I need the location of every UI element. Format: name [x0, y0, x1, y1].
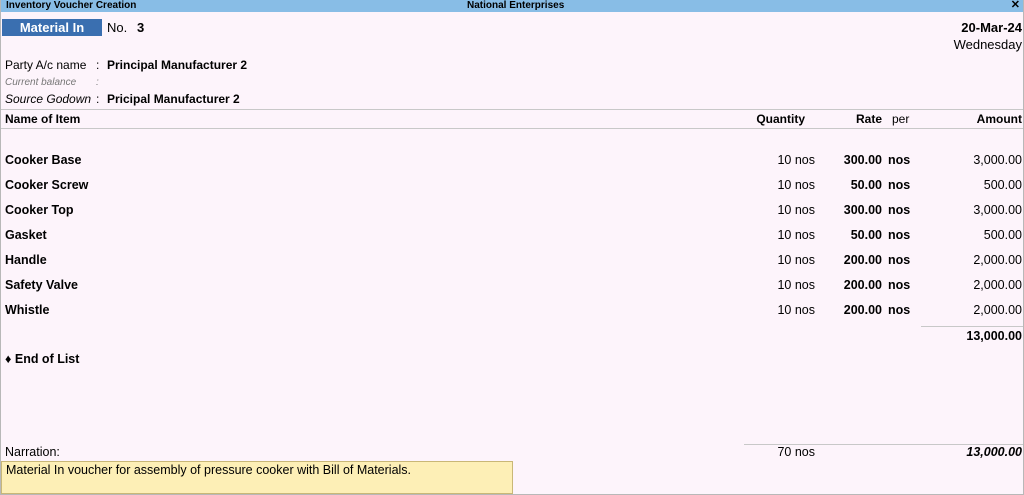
item-per: nos	[888, 303, 911, 317]
item-quantity: 10 nos	[777, 153, 815, 167]
item-amount: 500.00	[983, 228, 1022, 242]
item-per: nos	[888, 203, 911, 217]
source-godown-value[interactable]: Pricipal Manufacturer 2	[107, 92, 240, 106]
col-quantity: Quantity	[756, 112, 805, 126]
item-amount: 2,000.00	[973, 303, 1022, 317]
item-name: Handle	[5, 253, 47, 267]
col-rate: Rate	[855, 112, 882, 126]
voucher-no-value[interactable]: 3	[137, 20, 144, 35]
item-amount: 3,000.00	[973, 203, 1022, 217]
item-name: Whistle	[5, 303, 50, 317]
item-name: Safety Valve	[5, 278, 78, 292]
table-row[interactable]: Cooker Screw 10 nos 50.00 nos 500.00	[0, 178, 1024, 196]
item-rate: 50.00	[850, 228, 882, 242]
table-row[interactable]: Safety Valve 10 nos 200.00 nos 2,000.00	[0, 278, 1024, 296]
item-name: Gasket	[5, 228, 47, 242]
subtotal-amount: 13,000.00	[966, 329, 1022, 343]
table-row[interactable]: Whistle 10 nos 200.00 nos 2,000.00	[0, 303, 1024, 321]
header-divider-top	[0, 109, 1024, 110]
narration-field[interactable]: Material In voucher for assembly of pres…	[1, 461, 513, 494]
current-balance-colon: :	[96, 77, 99, 88]
item-quantity: 10 nos	[777, 253, 815, 267]
item-rate: 200.00	[843, 253, 882, 267]
table-row[interactable]: Cooker Base 10 nos 300.00 nos 3,000.00	[0, 153, 1024, 171]
col-per: per	[892, 112, 910, 126]
source-godown-colon: :	[96, 92, 100, 106]
item-amount: 2,000.00	[973, 278, 1022, 292]
total-amount: 13,000.00	[966, 445, 1022, 459]
item-rate: 300.00	[843, 153, 882, 167]
item-per: nos	[888, 278, 911, 292]
header-divider-bottom	[0, 128, 1024, 129]
col-name-of-item: Name of Item	[5, 112, 81, 126]
item-rate: 200.00	[843, 278, 882, 292]
item-quantity: 10 nos	[777, 178, 815, 192]
item-per: nos	[888, 253, 911, 267]
voucher-day: Wednesday	[953, 37, 1022, 52]
party-value[interactable]: Principal Manufacturer 2	[107, 58, 247, 72]
table-row[interactable]: Gasket 10 nos 50.00 nos 500.00	[0, 228, 1024, 246]
item-quantity: 10 nos	[777, 203, 815, 217]
table-row[interactable]: Handle 10 nos 200.00 nos 2,000.00	[0, 253, 1024, 271]
table-row[interactable]: Cooker Top 10 nos 300.00 nos 3,000.00	[0, 203, 1024, 221]
item-quantity: 10 nos	[777, 228, 815, 242]
item-quantity: 10 nos	[777, 303, 815, 317]
item-rate: 300.00	[843, 203, 882, 217]
voucher-type-badge[interactable]: Material In	[2, 19, 102, 36]
party-colon: :	[96, 58, 100, 72]
window-title: Inventory Voucher Creation	[6, 0, 137, 11]
item-rate: 200.00	[843, 303, 882, 317]
subtotal-divider	[921, 326, 1024, 327]
item-per: nos	[888, 228, 911, 242]
item-quantity: 10 nos	[777, 278, 815, 292]
item-amount: 2,000.00	[973, 253, 1022, 267]
item-amount: 3,000.00	[973, 153, 1022, 167]
total-quantity: 70 nos	[777, 445, 815, 459]
company-name: National Enterprises	[467, 0, 565, 11]
item-name: Cooker Screw	[5, 178, 89, 192]
voucher-date[interactable]: 20-Mar-24	[961, 20, 1022, 35]
close-icon[interactable]: ✕	[1011, 0, 1020, 11]
item-name: Cooker Top	[5, 203, 74, 217]
item-per: nos	[888, 153, 911, 167]
end-of-list[interactable]: ♦ End of List	[5, 352, 79, 366]
title-bar: Inventory Voucher Creation National Ente…	[0, 0, 1024, 12]
window-frame	[0, 0, 1024, 495]
item-name: Cooker Base	[5, 153, 82, 167]
voucher-no-label: No.	[107, 20, 128, 35]
item-per: nos	[888, 178, 911, 192]
item-amount: 500.00	[983, 178, 1022, 192]
item-rate: 50.00	[850, 178, 882, 192]
current-balance-label: Current balance	[5, 77, 77, 88]
source-godown-label: Source Godown	[5, 92, 92, 106]
party-label: Party A/c name	[5, 58, 87, 72]
narration-label: Narration:	[5, 445, 60, 459]
col-amount: Amount	[976, 112, 1022, 126]
